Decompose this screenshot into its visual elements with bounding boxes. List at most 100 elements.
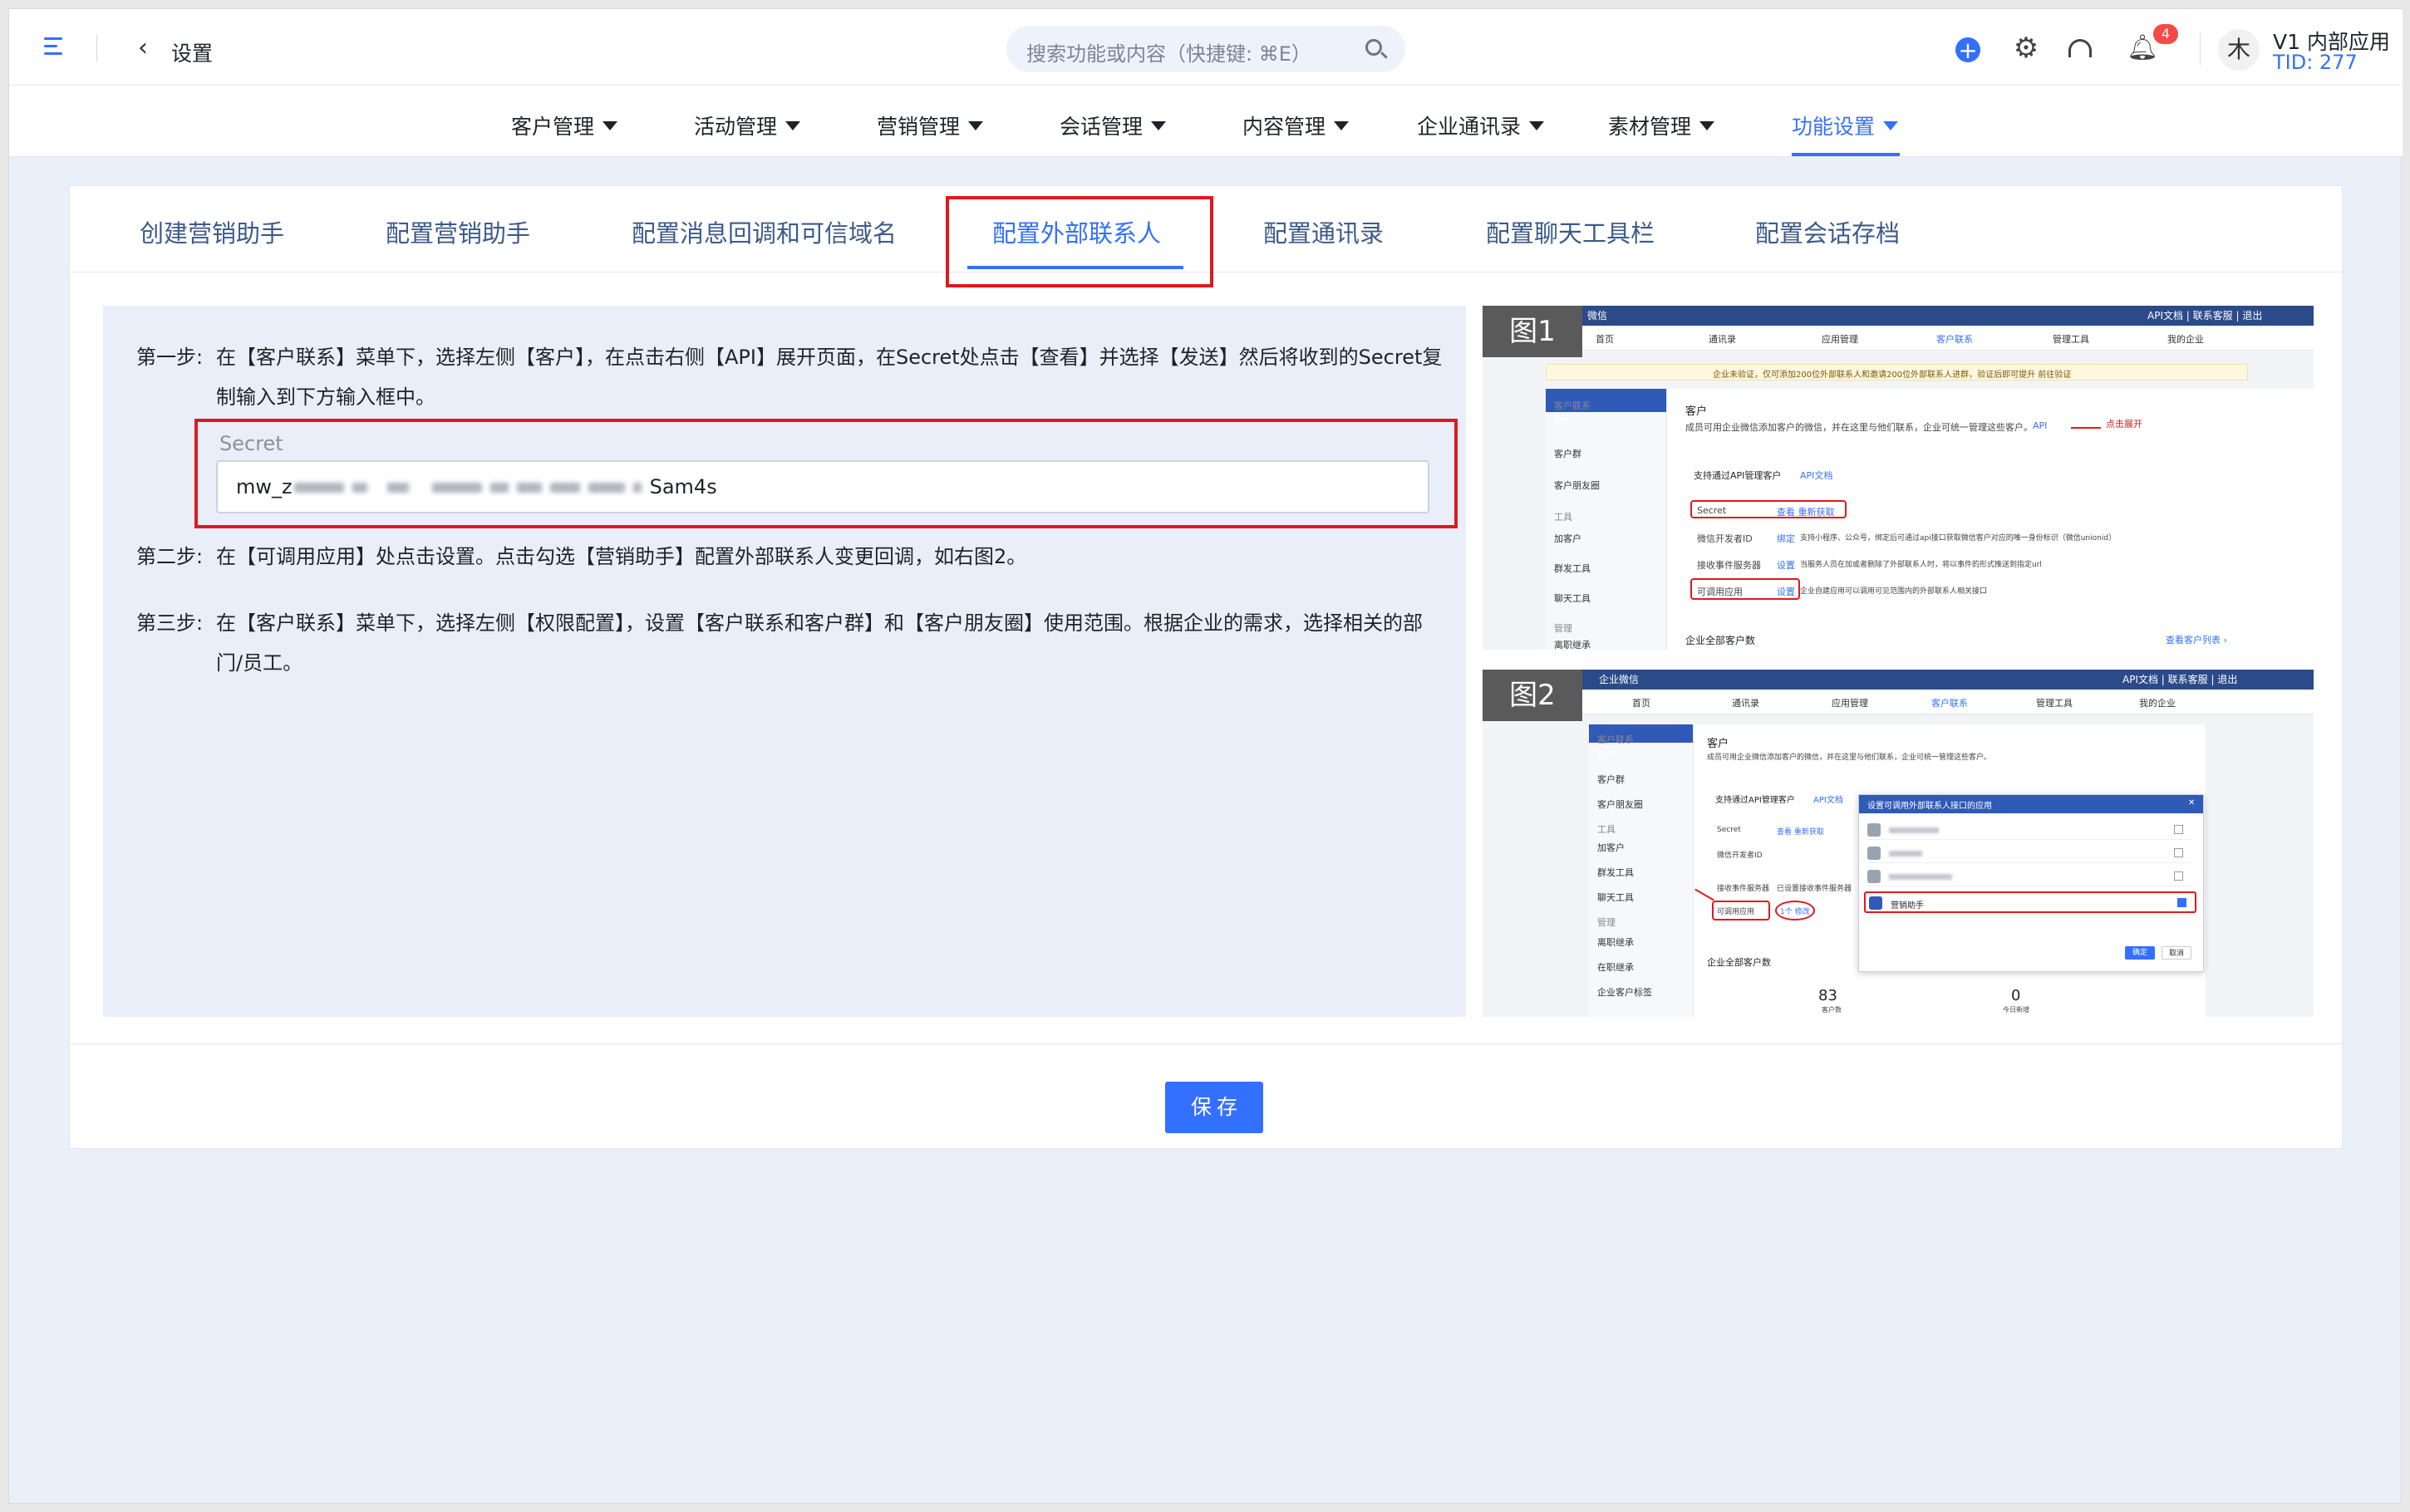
- redacted-text: [1889, 874, 1952, 880]
- nav-item-label: 营销管理: [877, 115, 961, 139]
- gear-icon[interactable]: ⚙: [2012, 34, 2040, 62]
- app-icon: [1867, 847, 1881, 860]
- step-1-text: 在【客户联系】菜单下，选择左侧【客户】，在点击右侧【API】展开页面，在Secr…: [216, 346, 1443, 409]
- highlight-box: [194, 419, 1458, 528]
- tab-config-assistant[interactable]: 配置营销助手: [386, 214, 530, 249]
- fig-dialog-row: [1867, 820, 2191, 840]
- step-2-text: 在【可调用应用】处点击设置。点击勾选【营销助手】配置外部联系人变更回调，如右图2…: [216, 545, 1027, 568]
- fig-event-row: 接收事件服务器: [1717, 885, 1770, 893]
- fig-sidebar-item: 管理: [1597, 917, 1616, 928]
- nav-item-content-management[interactable]: 内容管理: [1242, 110, 1350, 140]
- global-search-input[interactable]: 搜索功能或内容（快捷键: ⌘E）: [1006, 26, 1405, 72]
- fig-annotation: 点击展开: [2106, 419, 2142, 430]
- footer-divider: [70, 1043, 2344, 1044]
- app-icon: [1867, 870, 1881, 883]
- fig-sidebar-item: 客户联系: [1597, 734, 1634, 745]
- app-window: ‹ 设置 搜索功能或内容（快捷键: ⌘E） + ⚙ 🔔︎ 4 木 V1 内部应用…: [8, 8, 2403, 1504]
- figure-2-tag: 图2: [1483, 670, 1582, 721]
- fig-sidebar-item: 管理: [1554, 623, 1572, 634]
- fig-api-section: 支持通过API管理客户: [1694, 470, 1782, 481]
- fig-sidebar-item: 加客户: [1597, 842, 1625, 853]
- nav-item-label: 企业通讯录: [1417, 115, 1522, 139]
- fig-dialog-row-checked: 营销助手: [1864, 891, 2196, 913]
- nav-item-feature-settings[interactable]: 功能设置: [1792, 110, 1899, 140]
- checkbox: [2174, 825, 2183, 834]
- fig-subnav-item: 通讯录: [1732, 698, 1759, 709]
- hamburger-menu-icon[interactable]: [44, 37, 69, 57]
- nav-item-marketing-management[interactable]: 营销管理: [877, 110, 984, 140]
- back-arrow-icon[interactable]: ‹: [138, 36, 148, 61]
- fig-dialog-confirm: 确定: [2125, 946, 2155, 960]
- settings-tabs: 创建营销助手 配置营销助手 配置消息回调和可信域名 配置外部联系人 配置通讯录 …: [70, 186, 2344, 287]
- fig-header-links: API文档 | 联系客服 | 退出: [2122, 674, 2238, 685]
- nav-item-customer-management[interactable]: 客户管理: [511, 110, 618, 140]
- checkbox: [2174, 848, 2183, 857]
- figure-2-screenshot: 图2 企业微信 API文档 | 联系客服 | 退出 首页 通讯录 应用管理 客户…: [1483, 670, 2314, 1017]
- highlight-circle: [1775, 901, 1815, 920]
- caret-down-icon: [602, 121, 618, 130]
- fig-sidebar-item: 企业客户标签: [1597, 987, 1652, 998]
- figure-1-screenshot: 图1 微信 API文档 | 联系客服 | 退出 首页 通讯录 应用管理 客户联系…: [1483, 306, 2314, 650]
- nav-item-material-management[interactable]: 素材管理: [1608, 110, 1715, 140]
- save-button[interactable]: 保存: [1165, 1082, 1263, 1133]
- nav-item-label: 内容管理: [1242, 115, 1326, 139]
- search-placeholder: 搜索功能或内容（快捷键: ⌘E）: [1026, 42, 1311, 66]
- red-arrow: [2071, 427, 2101, 429]
- fig-event-value: 已设置接收事件服务器: [1777, 885, 1852, 893]
- checkbox: [2174, 871, 2183, 881]
- fig-app-dialog: 设置可调用外部联系人接口的应用 ✕ 营销助手 确定 取消: [1858, 794, 2204, 972]
- tab-config-session-archive[interactable]: 配置会话存档: [1755, 214, 1900, 249]
- nav-item-enterprise-directory[interactable]: 企业通讯录: [1417, 110, 1545, 140]
- tab-config-chat-toolbar[interactable]: 配置聊天工具栏: [1486, 214, 1655, 249]
- red-arrow: [1694, 888, 1714, 901]
- tab-config-callback-domain[interactable]: 配置消息回调和可信域名: [632, 214, 897, 249]
- fig-sidebar-item: 聊天工具: [1554, 593, 1591, 604]
- nav-item-label: 活动管理: [694, 115, 778, 139]
- fig-subnav-item: 客户联系: [1936, 334, 1973, 345]
- fig-subnav-item: 通讯录: [1709, 334, 1736, 345]
- app-icon: [1869, 896, 1882, 910]
- highlight-box: [1690, 578, 1800, 600]
- fig-sidebar-item: 工具: [1554, 512, 1572, 523]
- fig-event-row: 接收事件服务器: [1697, 560, 1761, 571]
- caret-down-icon: [1699, 121, 1715, 130]
- fig-subnav-item: 首页: [1632, 698, 1650, 709]
- fig-sidebar-item: 群发工具: [1554, 563, 1591, 574]
- fig-event-desc: 当服务人员在加或者删除了外部联系人时，将以事件的形式推送到指定url: [1800, 561, 2042, 569]
- fig-header-title: 微信: [1587, 310, 1608, 322]
- bell-icon[interactable]: 🔔︎: [2127, 34, 2158, 62]
- headset-icon[interactable]: [2068, 39, 2092, 57]
- fig-sidebar-item: 离职继承: [1597, 937, 1634, 948]
- divider: [96, 34, 97, 62]
- caret-down-icon: [785, 121, 801, 130]
- tab-config-directory[interactable]: 配置通讯录: [1263, 214, 1384, 249]
- add-icon[interactable]: +: [1955, 37, 1980, 64]
- fig-sidebar: 客户联系 客户 客户群 客户朋友圈 工具 加客户 群发工具 聊天工具 管理 离职…: [1546, 389, 1667, 650]
- notification-badge: 4: [2153, 24, 2178, 44]
- highlight-box: [946, 196, 1213, 287]
- nav-item-activity-management[interactable]: 活动管理: [694, 110, 801, 140]
- fig-all-customers: 企业全部客户数: [1707, 957, 1771, 968]
- nav-item-label: 客户管理: [511, 115, 595, 139]
- fig-subnav-item: 客户联系: [1931, 698, 1968, 709]
- fig-dialog-title: 设置可调用外部联系人接口的应用: [1867, 802, 1992, 811]
- fig-subnav: 首页 通讯录 应用管理 客户联系 管理工具 我的企业: [1483, 690, 2314, 714]
- highlight-box: [1712, 901, 1770, 920]
- avatar[interactable]: 木: [2218, 29, 2260, 71]
- figure-1-tag: 图1: [1483, 306, 1582, 357]
- fig-title: 客户: [1707, 738, 1729, 750]
- nav-item-session-management[interactable]: 会话管理: [1060, 110, 1167, 140]
- fig-devid-action: 绑定: [1777, 533, 1795, 544]
- fig-dialog-row: [1867, 866, 2191, 886]
- fig-header-links: API文档 | 联系客服 | 退出: [2147, 310, 2263, 322]
- nav-active-indicator: [1792, 153, 1900, 156]
- tab-create-assistant[interactable]: 创建营销助手: [140, 214, 284, 249]
- fig-notice-text: 企业未验证，仅可添加200位外部联系人和邀请200位外部联系人进群，验证后即可提…: [1713, 371, 2072, 380]
- fig-stat1-value: 83: [1818, 987, 1837, 1004]
- fig-secret-actions: 查看 重新获取: [1777, 828, 1824, 837]
- step-1-label: 第一步:: [136, 346, 204, 369]
- fig-subnav-item: 应用管理: [1822, 334, 1858, 345]
- search-icon[interactable]: [1365, 39, 1382, 56]
- instructions-panel: 第一步: 在【客户联系】菜单下，选择左侧【客户】，在点击右侧【API】展开页面，…: [103, 306, 1466, 1017]
- divider: [2200, 32, 2201, 66]
